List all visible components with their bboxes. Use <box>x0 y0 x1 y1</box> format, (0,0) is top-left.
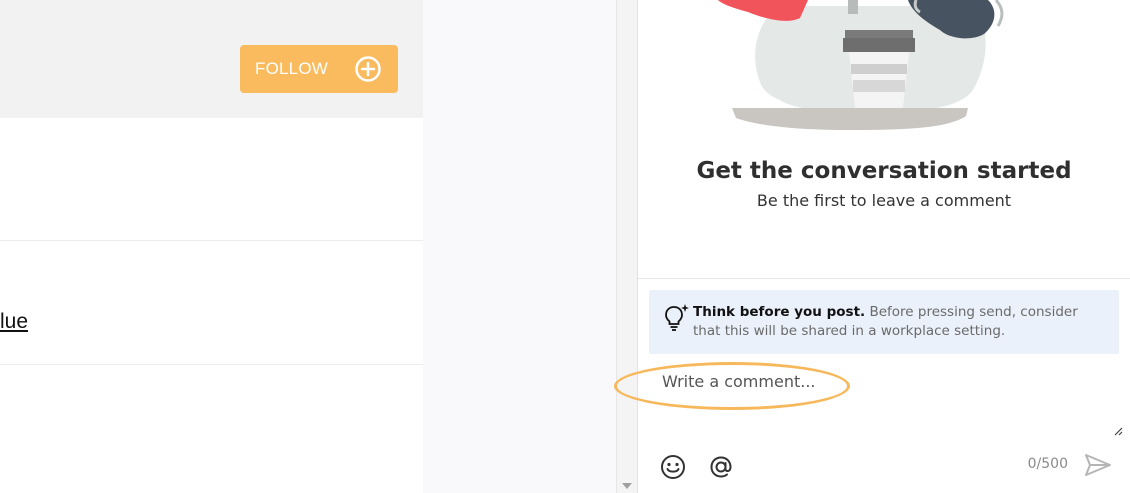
empty-state-subtitle: Be the first to leave a comment <box>756 191 1012 210</box>
posting-tip-banner: Think before you post. Before pressing s… <box>649 290 1119 354</box>
content-link[interactable]: lue <box>0 310 28 334</box>
tip-heading: Think before you post. <box>693 304 866 320</box>
send-icon[interactable] <box>1083 451 1113 479</box>
comments-panel: Get the conversation started Be the firs… <box>614 0 1130 493</box>
at-sign-icon[interactable] <box>707 453 735 481</box>
smiley-icon[interactable] <box>659 453 687 481</box>
follow-label: FOLLOW <box>255 59 328 78</box>
resize-grip-icon[interactable] <box>1113 426 1123 436</box>
plus-circle-icon <box>355 56 381 82</box>
empty-state-title: Get the conversation started <box>696 158 1072 184</box>
row-divider <box>0 364 423 365</box>
comment-input[interactable] <box>650 370 1120 438</box>
row-divider <box>0 240 423 241</box>
lightbulb-icon <box>665 304 689 331</box>
scroll-down-arrow-icon[interactable] <box>622 483 632 489</box>
profile-header: FOLLOW <box>0 0 423 118</box>
character-count: 0/500 <box>1027 456 1068 472</box>
panel-divider <box>638 278 1130 279</box>
tip-text: Think before you post. Before pressing s… <box>693 303 1103 341</box>
page-gutter <box>423 0 616 493</box>
coffee-conversation-illustration <box>718 0 1004 130</box>
scrollbar[interactable] <box>616 0 638 493</box>
follow-button[interactable]: FOLLOW <box>240 45 398 93</box>
main-content: FOLLOW lue <box>0 0 423 493</box>
